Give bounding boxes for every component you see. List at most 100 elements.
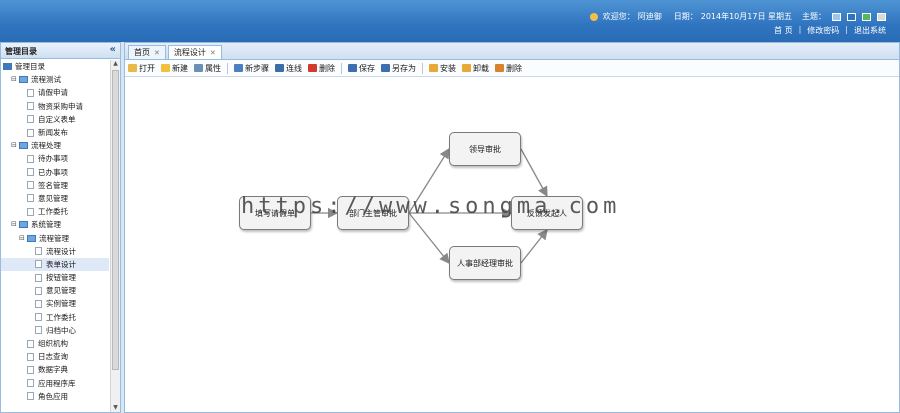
- sidebar-item[interactable]: 数据字典: [1, 363, 109, 376]
- sidebar-item[interactable]: 已办事项: [1, 166, 109, 179]
- tab-flow-design[interactable]: 流程设计 ✕: [167, 45, 222, 59]
- sidebar-item-label: 流程管理: [39, 233, 69, 243]
- sidebar-item[interactable]: ⊟ 流程管理: [1, 231, 109, 244]
- sidebar-item[interactable]: ⊟ 系统管理: [1, 218, 109, 231]
- flow-edge-n4-n5[interactable]: [520, 228, 548, 264]
- theme-option-2[interactable]: [847, 12, 856, 21]
- sidebar-item[interactable]: 实例管理: [1, 297, 109, 310]
- scrollbar-thumb[interactable]: [112, 70, 119, 370]
- close-tab-icon[interactable]: ✕: [154, 49, 160, 57]
- toolbar-button-6[interactable]: 删除: [308, 63, 335, 74]
- toolbar-button-label: 删除: [506, 63, 522, 73]
- flow-edge-n3-n5[interactable]: [520, 148, 548, 198]
- sidebar-item[interactable]: 物资采购申请: [1, 100, 109, 113]
- toolbar-button-5[interactable]: 连线: [275, 63, 302, 74]
- page-icon: [27, 102, 34, 111]
- logout-link[interactable]: 退出系统: [854, 25, 886, 36]
- home-link[interactable]: 首 页: [774, 25, 793, 36]
- theme-option-3[interactable]: [862, 12, 871, 21]
- flow-node-n3[interactable]: 领导审批: [449, 132, 521, 166]
- sidebar-title-text: 管理目录: [5, 47, 37, 56]
- flow-edge-n2-n4[interactable]: [408, 212, 450, 265]
- top-header: 欢迎您： 阿迪御 日期： 2014年10月17日 星期五 主题： 首 页 | 修…: [0, 0, 900, 42]
- toolbar-button-label: 删除: [319, 63, 335, 73]
- scroll-down-icon[interactable]: ▼: [112, 404, 119, 412]
- toolbar-separator: [341, 62, 342, 74]
- sidebar-item[interactable]: ⊟ 流程处理: [1, 139, 109, 152]
- flow-node-n4[interactable]: 人事部经理审批: [449, 246, 521, 280]
- page-icon: [35, 260, 42, 269]
- sidebar-item[interactable]: 工作委托: [1, 205, 109, 218]
- page-icon: [27, 339, 34, 348]
- toolbar-button-label: 属性: [205, 63, 221, 73]
- watermark: https://www.songma.com: [241, 194, 621, 219]
- tab-home[interactable]: 首页 ✕: [128, 45, 166, 59]
- sidebar-item-label: 意见管理: [46, 286, 76, 296]
- sidebar-item[interactable]: 待办事项: [1, 152, 109, 165]
- expand-toggle-icon[interactable]: ⊟: [11, 73, 19, 86]
- theme-option-4[interactable]: [877, 12, 886, 21]
- toolbar-button-label: 新建: [172, 63, 188, 73]
- sidebar-item[interactable]: 意见管理: [1, 192, 109, 205]
- toolbar-button-1[interactable]: 新建: [161, 63, 188, 74]
- sidebar: 管理目录 « 管理目录 ⊟ 流程测试 请假申请 物资采购申请 自定义表单 新闻发布 ⊟ 流程处…: [0, 42, 121, 413]
- page-icon: [35, 286, 42, 295]
- change-password-link[interactable]: 修改密码: [807, 25, 839, 36]
- sidebar-item[interactable]: 表单设计: [1, 257, 109, 271]
- page-icon: [35, 273, 42, 282]
- toolbar-button-0[interactable]: 打开: [128, 63, 155, 74]
- sidebar-item[interactable]: 请假申请: [1, 86, 109, 99]
- sidebar-title: 管理目录 «: [1, 43, 120, 59]
- theme-option-1[interactable]: [832, 12, 841, 21]
- expand-toggle-icon[interactable]: ⊟: [11, 139, 19, 152]
- sidebar-item[interactable]: 角色应用: [1, 390, 109, 403]
- toolbar-button-9[interactable]: 另存为: [381, 63, 416, 74]
- sidebar-item[interactable]: 新闻发布: [1, 126, 109, 139]
- toolbar-button-12[interactable]: 卸载: [462, 63, 489, 74]
- link-separator: |: [798, 25, 802, 34]
- username: 阿迪御: [637, 12, 662, 21]
- sidebar-item-label: 数据字典: [38, 365, 68, 375]
- sidebar-item[interactable]: 应用程序库: [1, 377, 109, 390]
- sidebar-item[interactable]: 工作委托: [1, 311, 109, 324]
- page-icon: [27, 181, 34, 190]
- sidebar-item[interactable]: 归档中心: [1, 324, 109, 337]
- page-icon: [27, 207, 34, 216]
- sidebar-item-label: 请假申请: [38, 88, 68, 98]
- collapse-sidebar-icon[interactable]: «: [110, 44, 116, 55]
- sidebar-item-label: 流程处理: [31, 141, 61, 151]
- scroll-up-icon[interactable]: ▲: [112, 60, 119, 68]
- folder-open-icon: [128, 64, 137, 72]
- toolbar-button-13[interactable]: 删除: [495, 63, 522, 74]
- sidebar-item-label: 意见管理: [38, 193, 68, 203]
- save-icon: [348, 64, 357, 72]
- tree-root[interactable]: 管理目录: [1, 60, 109, 73]
- sidebar-item[interactable]: 签名管理: [1, 179, 109, 192]
- sidebar-item[interactable]: 自定义表单: [1, 113, 109, 126]
- sidebar-item[interactable]: 按钮管理: [1, 271, 109, 284]
- folder-icon: [19, 76, 28, 84]
- uninstall-icon: [462, 64, 471, 72]
- toolbar-button-label: 连线: [286, 63, 302, 73]
- flow-edges: [311, 147, 548, 265]
- toolbar-button-2[interactable]: 属性: [194, 63, 221, 74]
- welcome-label: 欢迎您：: [602, 12, 635, 21]
- sidebar-item[interactable]: 意见管理: [1, 284, 109, 297]
- toolbar-button-8[interactable]: 保存: [348, 63, 375, 74]
- toolbar-button-4[interactable]: 新步骤: [234, 63, 269, 74]
- save-as-icon: [381, 64, 390, 72]
- expand-toggle-icon[interactable]: ⊟: [19, 232, 27, 245]
- toolbar-button-11[interactable]: 安装: [429, 63, 456, 74]
- line-icon: [275, 64, 284, 72]
- sidebar-item[interactable]: 日志查询: [1, 350, 109, 363]
- page-icon: [35, 326, 42, 335]
- date-value: 2014年10月17日 星期五: [700, 12, 792, 21]
- flow-canvas[interactable]: 填写请假单 部门主管审批 领导审批 人事部经理审批 反馈发起人: [125, 78, 899, 412]
- sidebar-item-label: 已办事项: [38, 167, 68, 177]
- sidebar-item[interactable]: ⊟ 流程测试: [1, 73, 109, 86]
- sidebar-item[interactable]: 组织机构: [1, 337, 109, 350]
- expand-toggle-icon[interactable]: ⊟: [11, 218, 19, 231]
- close-tab-icon[interactable]: ✕: [210, 49, 216, 57]
- sidebar-item[interactable]: 流程设计: [1, 245, 109, 258]
- sidebar-scrollbar[interactable]: ▲ ▼: [110, 60, 120, 412]
